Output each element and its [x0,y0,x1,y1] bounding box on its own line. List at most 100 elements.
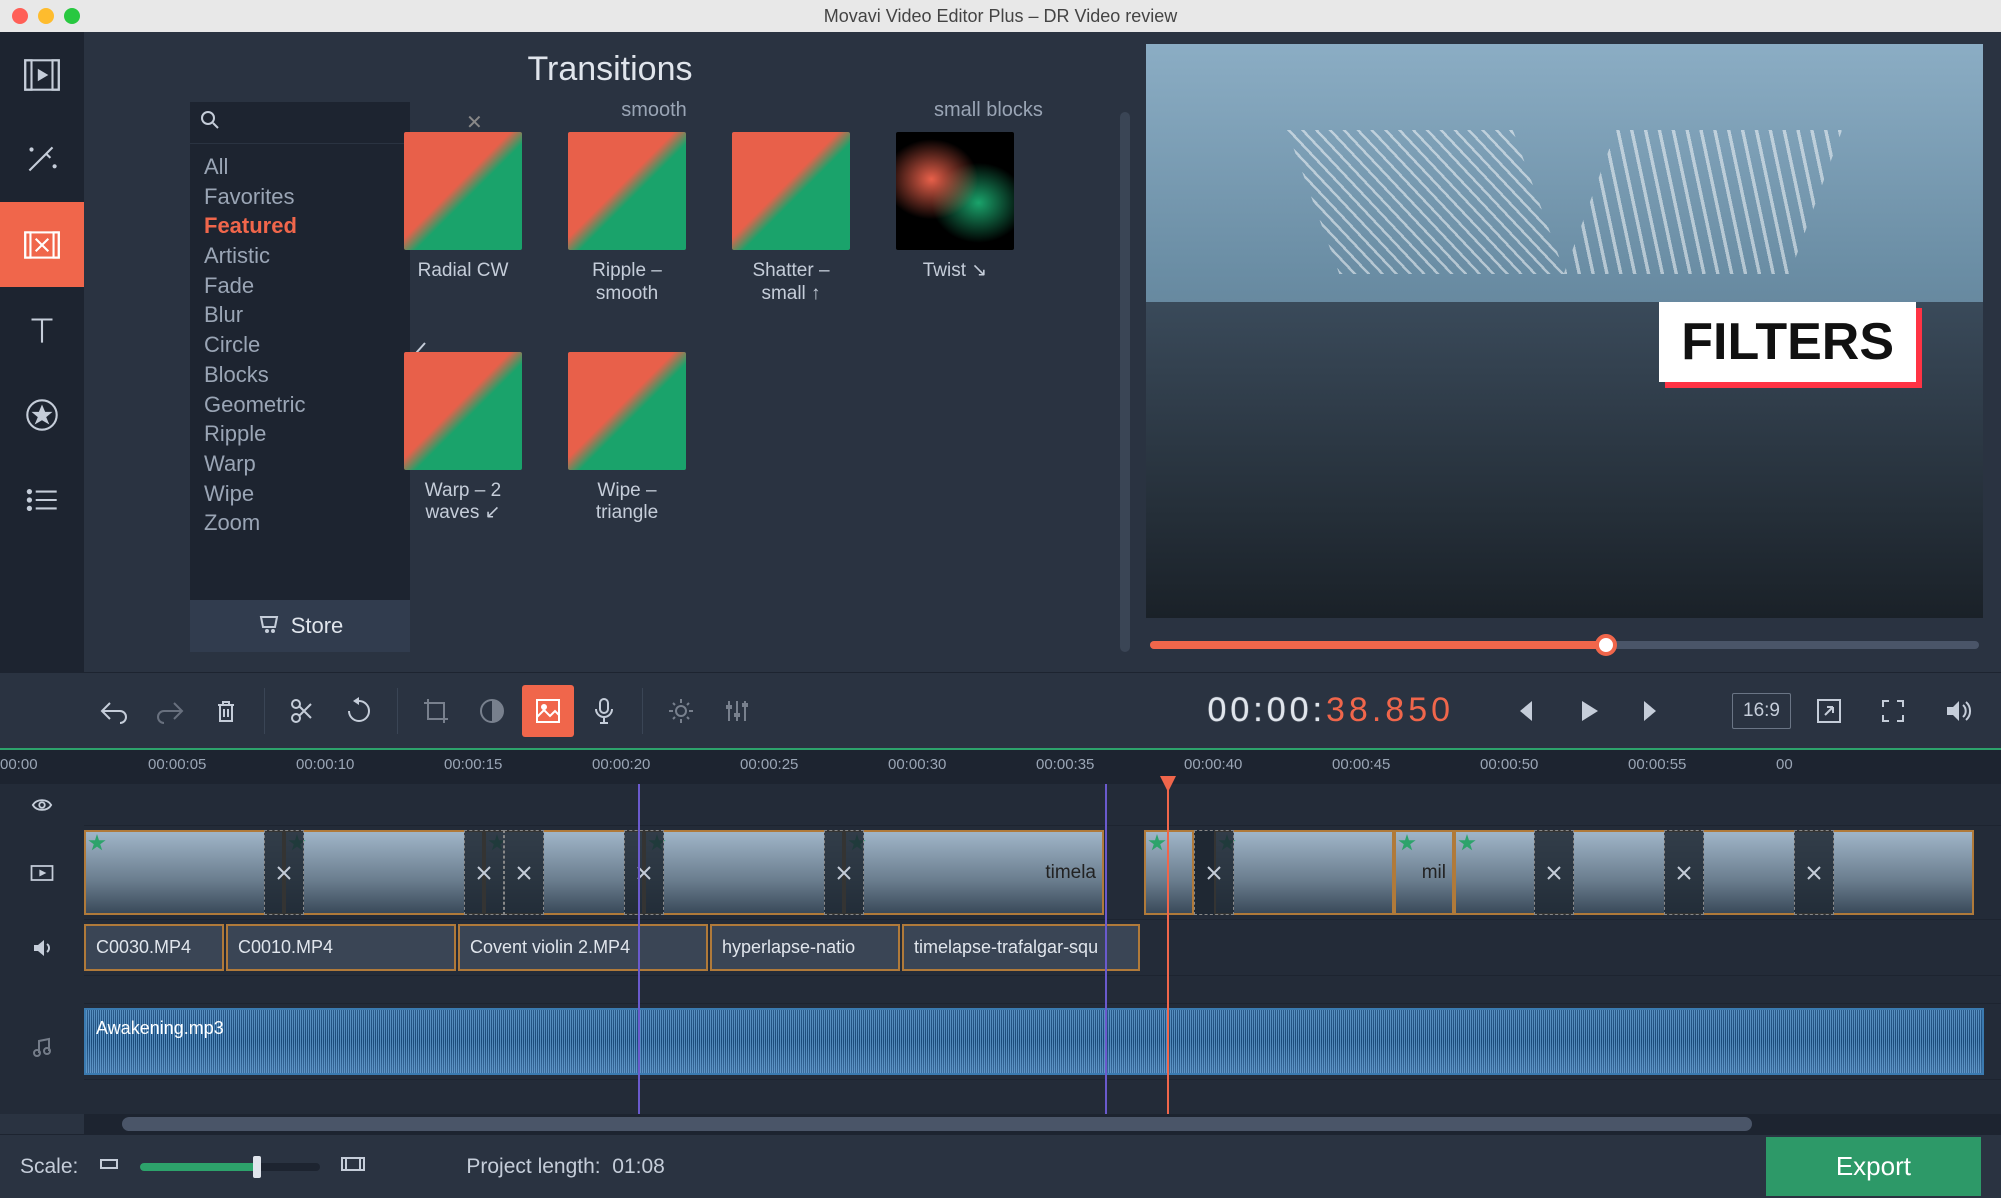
category-item[interactable]: Wipe [204,479,396,509]
rotate-button[interactable] [333,685,385,737]
timeline-ruler[interactable]: 00:0000:00:0500:00:1000:00:1500:00:2000:… [0,748,2001,784]
scale-slider[interactable] [140,1163,320,1171]
playhead[interactable] [1167,784,1169,1114]
video-clip[interactable] [284,830,484,915]
track-visibility-icon[interactable] [0,784,84,826]
audio-clip[interactable]: Covent violin 2.MP4 [458,924,708,971]
transition-label: Radial CW [404,260,522,283]
store-button[interactable]: Store [190,600,410,652]
tab-stickers[interactable] [0,372,84,457]
transition-label: Warp – 2 waves ↙ [404,480,522,526]
minimize-window-button[interactable] [38,8,54,24]
audio-clip[interactable]: C0030.MP4 [84,924,224,971]
settings-button[interactable] [655,685,707,737]
transitions-grid: smooth small blocks Radial CWRipple – sm… [384,99,1116,672]
music-track[interactable]: Awakening.mp3 [84,1004,2001,1080]
category-item[interactable]: Geometric [204,390,396,420]
linked-audio-track[interactable]: C0030.MP4C0010.MP4Covent violin 2.MP4hyp… [84,920,2001,976]
export-button[interactable]: Export [1766,1137,1981,1196]
category-item[interactable]: Fade [204,271,396,301]
next-frame-button[interactable] [1626,685,1678,737]
panel-scrollbar[interactable] [1120,112,1130,652]
volume-button[interactable] [1931,685,1983,737]
transition-marker[interactable] [264,830,304,915]
close-window-button[interactable] [12,8,28,24]
timeline-scrollbar[interactable] [84,1114,2001,1134]
audio-track-icon[interactable] [0,920,84,976]
video-clip[interactable] [1144,830,1194,915]
prev-frame-button[interactable] [1498,685,1550,737]
undo-button[interactable] [88,685,140,737]
category-item[interactable]: Circle [204,330,396,360]
tab-titles[interactable] [0,287,84,372]
category-item[interactable]: All [204,152,396,182]
zoom-in-icon[interactable] [340,1153,366,1180]
transition-item[interactable]: Twist ↘ [896,132,1014,306]
category-item[interactable]: Artistic [204,241,396,271]
delete-button[interactable] [200,685,252,737]
transition-marker[interactable] [504,830,544,915]
transition-item[interactable]: Warp – 2 waves ↙ [404,352,522,526]
transition-marker[interactable] [824,830,864,915]
ruler-tick: 00:00:55 [1628,756,1686,773]
category-item[interactable]: Warp [204,449,396,479]
maximize-window-button[interactable] [64,8,80,24]
toolbar: 00:00:38.850 16:9 [0,672,2001,748]
equalizer-button[interactable] [711,685,763,737]
audio-clip[interactable]: hyperlapse-natio [710,924,900,971]
category-item[interactable]: Favorites [204,182,396,212]
preview-video[interactable]: FILTERS [1146,44,1983,618]
tab-more[interactable] [0,457,84,542]
video-clip[interactable]: timela [844,830,1104,915]
clip-properties-button[interactable] [522,685,574,737]
category-item[interactable]: Blocks [204,360,396,390]
category-item[interactable]: Zoom [204,508,396,538]
detach-preview-button[interactable] [1803,685,1855,737]
split-button[interactable] [277,685,329,737]
window-title: Movavi Video Editor Plus – DR Video revi… [824,6,1178,27]
preview-seekbar[interactable] [1146,618,1983,672]
transition-item[interactable]: Radial CW [404,132,522,306]
fullscreen-button[interactable] [1867,685,1919,737]
ruler-tick: 00:00:35 [1036,756,1094,773]
tab-transitions[interactable] [0,202,84,287]
transition-marker[interactable] [1794,830,1834,915]
zoom-out-icon[interactable] [98,1153,120,1180]
video-track[interactable]: timela mil [84,826,2001,920]
video-clip[interactable] [1214,830,1394,915]
category-item[interactable]: Ripple [204,419,396,449]
redo-button[interactable] [144,685,196,737]
transition-marker[interactable] [1664,830,1704,915]
transition-marker[interactable] [1194,830,1234,915]
transition-marker[interactable] [624,830,664,915]
audio-clip[interactable]: C0010.MP4 [226,924,456,971]
scale-label: Scale: [20,1155,78,1179]
aspect-ratio-button[interactable]: 16:9 [1732,693,1791,729]
video-clip[interactable] [644,830,844,915]
color-adjust-button[interactable] [466,685,518,737]
crop-button[interactable] [410,685,462,737]
tab-media[interactable] [0,32,84,117]
play-button[interactable] [1562,685,1614,737]
music-track-icon[interactable] [0,1004,84,1090]
transition-marker[interactable] [464,830,504,915]
transition-item[interactable]: Wipe – triangle [568,352,686,526]
record-audio-button[interactable] [578,685,630,737]
timeline-tracks[interactable]: timela mil C0030.MP4C0010.MP4Covent violi… [0,784,2001,1114]
timeline-marker[interactable] [638,784,640,1114]
video-track-icon[interactable] [0,826,84,920]
category-item[interactable]: Blur [204,300,396,330]
tab-filters[interactable] [0,117,84,202]
video-clip[interactable] [1454,830,1974,915]
video-clip[interactable] [84,830,284,915]
ruler-tick: 00:00:40 [1184,756,1242,773]
transition-item[interactable]: Ripple – smooth [568,132,686,306]
ruler-tick: 00:00:45 [1332,756,1390,773]
category-item[interactable]: Featured [204,211,396,241]
timeline-marker[interactable] [1105,784,1107,1114]
transition-item[interactable]: Shatter – small ↑ [732,132,850,306]
transition-marker[interactable] [1534,830,1574,915]
music-clip[interactable]: Awakening.mp3 [84,1008,1984,1075]
video-clip[interactable]: mil [1394,830,1454,915]
transition-label: Shatter – small ↑ [732,260,850,306]
